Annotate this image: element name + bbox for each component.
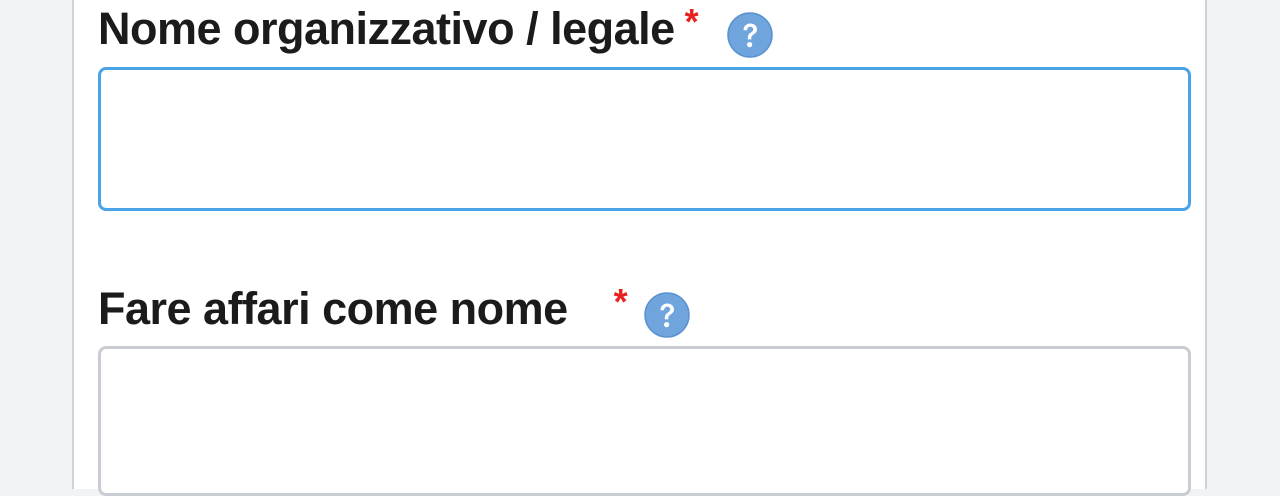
help-question-icon[interactable] bbox=[726, 12, 773, 58]
form-panel: Nome organizzativo / legale * Fare affar… bbox=[72, 0, 1207, 496]
legal-name-input[interactable] bbox=[98, 67, 1191, 211]
dba-name-input[interactable] bbox=[98, 346, 1191, 496]
dba-name-field: Fare affari come nome * bbox=[98, 280, 1191, 496]
legal-name-label-row: Nome organizzativo / legale * bbox=[98, 0, 1191, 58]
legal-name-field: Nome organizzativo / legale * bbox=[98, 0, 1191, 211]
dba-name-label: Fare affari come nome bbox=[98, 283, 568, 334]
legal-name-label: Nome organizzativo / legale bbox=[98, 3, 675, 54]
help-question-icon[interactable] bbox=[643, 292, 690, 338]
required-asterisk: * bbox=[613, 281, 628, 322]
required-asterisk: * bbox=[684, 1, 699, 42]
dba-name-label-row: Fare affari come nome * bbox=[98, 280, 1191, 338]
